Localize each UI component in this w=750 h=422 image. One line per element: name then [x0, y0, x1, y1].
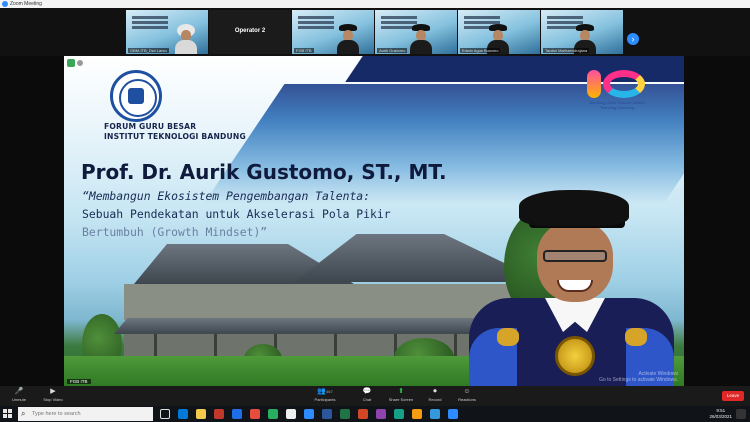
- chat-icon: 💬: [362, 388, 372, 395]
- app-icon[interactable]: [394, 409, 404, 419]
- participant-name: FGB ITB: [294, 48, 314, 53]
- talk-title-line-2: Sebuah Pendekatan untuk Akselerasi Pola …: [82, 207, 391, 221]
- share-status-icon[interactable]: [67, 59, 75, 67]
- powerpoint-icon[interactable]: [358, 409, 368, 419]
- file-explorer-icon[interactable]: [196, 409, 206, 419]
- participant-tile[interactable]: Operator 2: [209, 10, 291, 54]
- gallery-next-arrow-icon[interactable]: ›: [627, 33, 639, 45]
- participant-name: GBM-ITB_Dwi Larso: [128, 48, 169, 53]
- share-screen-button[interactable]: ⬆ Share Screen: [384, 387, 418, 405]
- zoom-logo-icon: [2, 1, 8, 7]
- window-titlebar: Zoom Meeting: [0, 0, 750, 8]
- leave-button[interactable]: Leave: [722, 391, 744, 401]
- chat-button[interactable]: 💬 Chat: [350, 387, 384, 405]
- window-title: Zoom Meeting: [10, 1, 42, 7]
- participants-count: 467: [326, 389, 333, 394]
- chrome-icon[interactable]: [286, 409, 296, 419]
- anniversary-logo-caption: Bandung Great Teacher Institut Teknologi…: [589, 100, 645, 110]
- app-icon[interactable]: [214, 409, 224, 419]
- search-icon: ⌕: [21, 409, 26, 418]
- org-line-1: FORUM GURU BESAR: [104, 122, 197, 131]
- share-icon: ⬆: [398, 388, 404, 395]
- participant-tile[interactable]: Taufan Marhaendrajana: [541, 10, 623, 54]
- participant-tile[interactable]: GBM-ITB_Dwi Larso: [126, 10, 208, 54]
- participant-name: Aurik Gustomo: [377, 48, 408, 53]
- windows-start-icon[interactable]: [3, 409, 13, 419]
- unmute-button[interactable]: 🎤 Unmute: [2, 387, 36, 405]
- participant-video: [410, 24, 432, 54]
- word-icon[interactable]: [322, 409, 332, 419]
- taskbar-search[interactable]: ⌕: [18, 407, 153, 421]
- shared-screen: FORUM GURU BESAR INSTITUT TEKNOLOGI BAND…: [64, 56, 684, 386]
- presenter-name-tag: FGB ITB: [67, 379, 91, 384]
- record-icon: ⏺: [433, 388, 437, 395]
- watermark-line-2: Go to Settings to activate Windows.: [599, 377, 678, 383]
- participant-video: [175, 24, 197, 54]
- speaker-photo: [469, 188, 674, 386]
- app-icon[interactable]: [430, 409, 440, 419]
- unmute-label: Unmute: [11, 397, 26, 402]
- zoom-meeting-window: Zoom Meeting GBM-ITB_Dwi Larso Operator …: [0, 0, 750, 422]
- notification-icon[interactable]: [736, 409, 746, 419]
- speaker-title: Prof. Dr. Aurik Gustomo, ST., MT.: [81, 160, 447, 184]
- clock-date: 26/03/2021: [709, 414, 732, 419]
- edge-browser-icon[interactable]: [178, 409, 188, 419]
- view-options-icon[interactable]: [77, 60, 83, 66]
- app-icon[interactable]: [232, 409, 242, 419]
- itb-seal-logo: [110, 70, 162, 122]
- participant-name: Operator 2: [234, 28, 266, 34]
- stop-video-button[interactable]: ▶ Stop Video: [36, 387, 70, 405]
- app-icon[interactable]: [268, 409, 278, 419]
- mic-icon: 🎤: [14, 388, 24, 395]
- video-icon: ▶: [50, 388, 56, 395]
- participant-tile[interactable]: FGB ITB: [292, 10, 374, 54]
- meeting-controls-toolbar: 🎤 Unmute ▶ Stop Video 👥467 Participants …: [0, 386, 750, 406]
- participants-icon: 👥467: [317, 388, 333, 395]
- record-button[interactable]: ⏺ Record: [418, 387, 452, 405]
- participant-video: [337, 24, 359, 54]
- zoom-taskbar-icon[interactable]: [304, 409, 314, 419]
- video-gallery-strip: GBM-ITB_Dwi Larso Operator 2 FGB ITB Aur…: [0, 8, 750, 56]
- org-line-2: INSTITUT TEKNOLOGI BANDUNG: [104, 132, 246, 141]
- chat-label: Chat: [362, 397, 372, 402]
- participant-name: Taufan Marhaendrajana: [543, 48, 590, 53]
- taskbar-search-input[interactable]: [32, 409, 147, 419]
- task-view-icon[interactable]: [160, 409, 170, 419]
- reactions-button[interactable]: ☺ Reactions: [450, 387, 484, 405]
- app-icon[interactable]: [250, 409, 260, 419]
- excel-icon[interactable]: [340, 409, 350, 419]
- app-icon[interactable]: [412, 409, 422, 419]
- windows-activation-watermark: Activate Windows Go to Settings to activ…: [599, 371, 678, 383]
- stop-video-label: Stop Video: [43, 397, 63, 402]
- participants-label: Participants: [314, 397, 336, 402]
- participant-name: Edwin Agus Buwono: [460, 48, 501, 53]
- windows-taskbar: ⌕ 9:51 26/03/2021: [0, 406, 750, 422]
- participant-tile[interactable]: Edwin Agus Buwono: [458, 10, 540, 54]
- reactions-icon: ☺: [463, 388, 471, 395]
- app-icon[interactable]: [376, 409, 386, 419]
- system-clock[interactable]: 9:51 26/03/2021: [709, 406, 732, 422]
- anniversary-logo: Bandung Great Teacher Institut Teknologi…: [583, 68, 651, 110]
- talk-title-line-1: “Membangun Ekosistem Pengembangan Talent…: [82, 189, 371, 203]
- reactions-label: Reactions: [458, 397, 476, 402]
- participants-button[interactable]: 👥467 Participants: [308, 387, 342, 405]
- share-screen-label: Share Screen: [388, 397, 414, 402]
- record-label: Record: [428, 397, 442, 402]
- app-icon[interactable]: [448, 409, 458, 419]
- participant-tile[interactable]: Aurik Gustomo: [375, 10, 457, 54]
